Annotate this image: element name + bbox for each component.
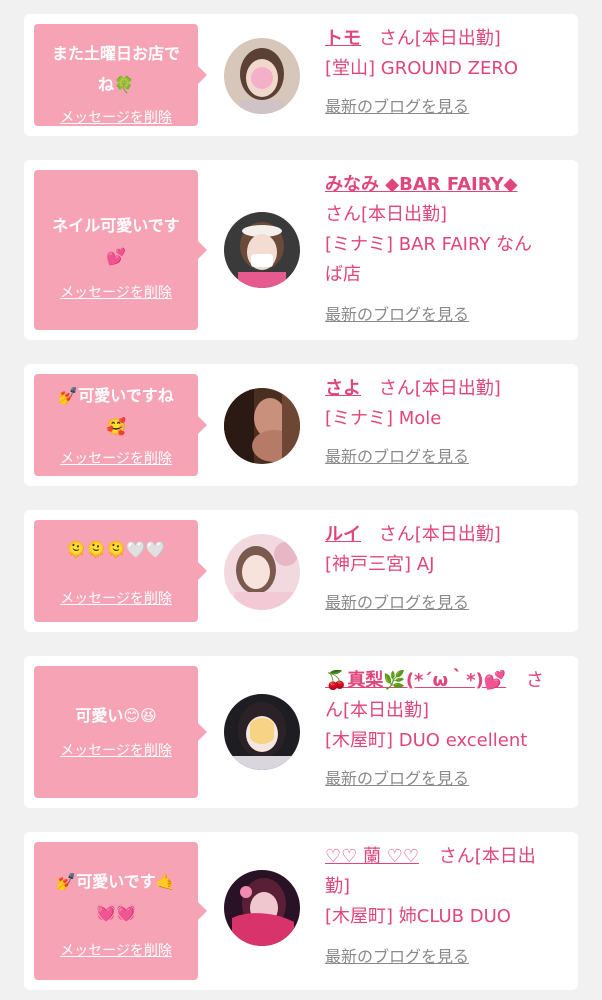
message-card: 可愛い😊😆 メッセージを削除 🍒真梨🌿(*´ω｀*)💕 さ ん[本日出勤] [木…	[24, 656, 578, 808]
shop-name-line1: [ミナミ] BAR FAIRY なん	[325, 234, 533, 255]
message-card: 💅可愛いですね 🥰 メッセージを削除 さよ さん[本日出勤] [ミナミ] Mol…	[24, 364, 578, 486]
cast-status: さん[本日出勤]	[378, 524, 501, 545]
delete-message-link[interactable]: メッセージを削除	[34, 450, 198, 468]
cast-name-line: 🍒真梨🌿(*´ω｀*)💕 さ	[325, 666, 563, 696]
shop-name-line2: ば店	[325, 264, 361, 285]
message-text: 可愛い😊😆	[75, 706, 157, 725]
shop-name: [堂山] GROUND ZERO	[325, 58, 518, 79]
shop-name: [木屋町] 姉CLUB DUO	[325, 906, 511, 927]
delete-message-link[interactable]: メッセージを削除	[34, 284, 198, 302]
cast-name-link[interactable]: みなみ ◆BAR FAIRY◆	[325, 170, 518, 200]
cast-info: みなみ ◆BAR FAIRY◆ さん[本日出勤] [ミナミ] BAR FAIRY…	[325, 170, 563, 330]
message-text: ネイル可愛いです 💕	[52, 216, 180, 266]
blog-link[interactable]: 最新のブログを見る	[325, 442, 563, 472]
message-text: 💅可愛いです🤙 💓💓	[56, 872, 176, 922]
cast-name-line: ルイ さん[本日出勤]	[325, 520, 563, 550]
delete-message-link[interactable]: メッセージを削除	[34, 742, 198, 760]
avatar[interactable]	[224, 38, 300, 114]
cast-name-link[interactable]: 🍒真梨🌿(*´ω｀*)💕	[325, 670, 506, 691]
avatar[interactable]	[224, 534, 300, 610]
cast-status: さん[本日出勤]	[325, 204, 448, 225]
delete-message-link[interactable]: メッセージを削除	[34, 942, 198, 960]
cast-name-link[interactable]: トモ	[325, 28, 361, 49]
shop-name: [神戸三宮] AJ	[325, 554, 435, 575]
blog-link[interactable]: 最新のブログを見る	[325, 588, 563, 618]
message-card: また土曜日お店で ね🍀 メッセージを削除 トモ さん[本日出勤] [堂山] GR…	[24, 14, 578, 136]
delete-message-link[interactable]: メッセージを削除	[34, 590, 198, 608]
message-card: 🫠🫠🫠🤍🤍 メッセージを削除 ルイ さん[本日出勤] [神戸三宮] AJ 最新の…	[24, 510, 578, 632]
message-bubble: 💅可愛いです🤙 💓💓 メッセージを削除	[34, 842, 207, 980]
message-card: 💅可愛いです🤙 💓💓 メッセージを削除 ♡♡ 蘭 ♡♡ さん[本日出 勤] [木…	[24, 832, 578, 990]
blog-link[interactable]: 最新のブログを見る	[325, 942, 563, 972]
cast-name-line: ♡♡ 蘭 ♡♡ さん[本日出	[325, 842, 563, 872]
delete-message-link[interactable]: メッセージを削除	[34, 109, 198, 127]
avatar[interactable]	[224, 870, 300, 946]
cast-name-line: さよ さん[本日出勤]	[325, 374, 563, 404]
avatar[interactable]	[224, 694, 300, 770]
message-bubble: また土曜日お店で ね🍀 メッセージを削除	[34, 24, 207, 127]
cast-info: 🍒真梨🌿(*´ω｀*)💕 さ ん[本日出勤] [木屋町] DUO excelle…	[325, 666, 563, 794]
cast-info: さよ さん[本日出勤] [ミナミ] Mole 最新のブログを見る	[325, 374, 563, 472]
shop-name: [ミナミ] Mole	[325, 408, 442, 429]
cast-name-line: トモ さん[本日出勤]	[325, 24, 563, 54]
message-bubble: ネイル可愛いです 💕 メッセージを削除	[34, 170, 207, 330]
cast-name-link[interactable]: ルイ	[325, 524, 361, 545]
message-bubble: 💅可愛いですね 🥰 メッセージを削除	[34, 374, 207, 476]
cast-status-part1: さん[本日出	[438, 846, 536, 867]
avatar[interactable]	[224, 212, 300, 288]
cast-info: トモ さん[本日出勤] [堂山] GROUND ZERO 最新のブログを見る	[325, 24, 563, 122]
avatar[interactable]	[224, 388, 300, 464]
message-text: 💅可愛いですね 🥰	[58, 386, 174, 436]
cast-status-part2: 勤]	[325, 876, 351, 897]
cast-status: さん[本日出勤]	[378, 28, 501, 49]
message-text: 🫠🫠🫠🤍🤍	[66, 540, 166, 559]
message-text: また土曜日お店で ね🍀	[51, 44, 180, 94]
cast-name-link[interactable]: ♡♡ 蘭 ♡♡	[325, 846, 419, 867]
cast-info: ♡♡ 蘭 ♡♡ さん[本日出 勤] [木屋町] 姉CLUB DUO 最新のブログ…	[325, 842, 563, 972]
blog-link[interactable]: 最新のブログを見る	[325, 300, 563, 330]
cast-info: ルイ さん[本日出勤] [神戸三宮] AJ 最新のブログを見る	[325, 520, 563, 618]
blog-link[interactable]: 最新のブログを見る	[325, 764, 563, 794]
cast-status: さん[本日出勤]	[378, 378, 501, 399]
cast-name-link[interactable]: さよ	[325, 378, 361, 399]
message-bubble: 可愛い😊😆 メッセージを削除	[34, 666, 207, 798]
cast-status-part2: ん[本日出勤]	[325, 700, 430, 721]
cast-status-part1: さ	[525, 670, 544, 691]
message-card: ネイル可愛いです 💕 メッセージを削除 みなみ ◆BAR FAIRY◆ さん[本…	[24, 160, 578, 340]
shop-name: [木屋町] DUO excellent	[325, 730, 528, 751]
blog-link[interactable]: 最新のブログを見る	[325, 92, 563, 122]
message-bubble: 🫠🫠🫠🤍🤍 メッセージを削除	[34, 520, 207, 622]
